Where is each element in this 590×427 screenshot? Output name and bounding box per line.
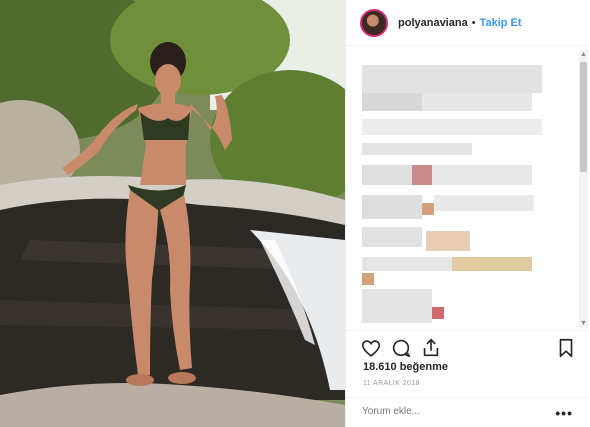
pixelated-block bbox=[362, 195, 422, 219]
heart-icon[interactable] bbox=[360, 337, 382, 359]
more-icon[interactable]: ••• bbox=[555, 405, 573, 421]
post-header: polyanaviana • Takip Et bbox=[346, 0, 590, 46]
photo-woman-waterfall bbox=[0, 0, 345, 427]
pixelated-block bbox=[362, 227, 422, 247]
scroll-up-arrow-icon[interactable]: ▲ bbox=[579, 50, 588, 59]
share-icon[interactable] bbox=[420, 337, 442, 359]
likes-count[interactable]: 18.610 beğenme bbox=[363, 361, 448, 373]
separator-dot: • bbox=[471, 16, 476, 29]
scroll-down-arrow-icon[interactable]: ▼ bbox=[579, 319, 588, 328]
add-comment-bar: ••• bbox=[346, 397, 590, 427]
avatar[interactable] bbox=[360, 8, 388, 37]
pixelated-block bbox=[432, 307, 444, 319]
follow-button[interactable]: Takip Et bbox=[480, 17, 522, 29]
pixelated-block bbox=[434, 195, 534, 211]
comments-scrollbar[interactable]: ▲ ▼ bbox=[579, 50, 588, 328]
pixelated-block bbox=[362, 119, 542, 135]
post-sidebar: polyanaviana • Takip Et ▲ ▼ 18.610 beğen… bbox=[345, 0, 590, 427]
pixelated-block bbox=[362, 165, 412, 185]
pixelated-block bbox=[362, 273, 374, 285]
comment-input[interactable] bbox=[362, 406, 532, 417]
pixelated-block bbox=[452, 257, 532, 271]
username-link[interactable]: polyanaviana bbox=[398, 17, 468, 29]
scrollbar-thumb[interactable] bbox=[580, 62, 587, 172]
pixelated-block bbox=[422, 203, 434, 215]
bookmark-icon[interactable] bbox=[555, 337, 577, 359]
pixelated-block bbox=[362, 257, 452, 271]
pixelated-block bbox=[422, 93, 532, 111]
pixelated-block bbox=[362, 93, 422, 111]
comments-area-pixelated bbox=[346, 47, 579, 327]
post-actions bbox=[346, 330, 590, 360]
pixelated-block bbox=[362, 65, 542, 93]
pixelated-block bbox=[426, 231, 470, 251]
instagram-post: polyanaviana • Takip Et ▲ ▼ 18.610 beğen… bbox=[0, 0, 590, 427]
post-date: 11 ARALIK 2018 bbox=[363, 380, 420, 387]
pixelated-block bbox=[362, 289, 432, 323]
pixelated-block bbox=[432, 165, 532, 185]
pixelated-block bbox=[412, 165, 432, 185]
comment-icon[interactable] bbox=[390, 337, 412, 359]
pixelated-block bbox=[362, 143, 472, 155]
post-photo[interactable] bbox=[0, 0, 345, 427]
